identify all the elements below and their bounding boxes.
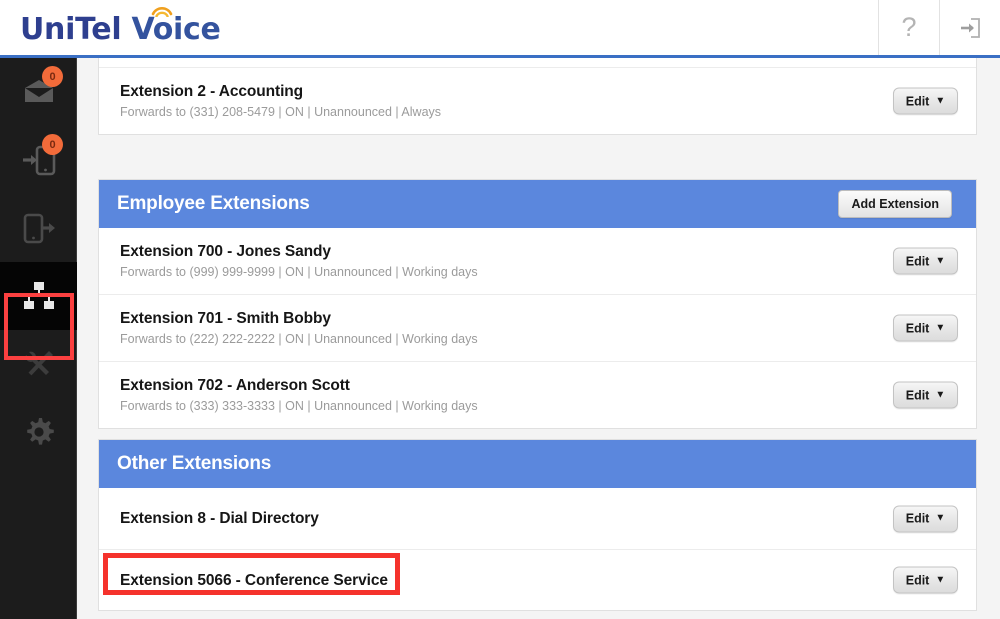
main-content: Forwards to Ext 702 - Anderson Scott | O… <box>78 58 1000 619</box>
brand-logo[interactable]: UniTel Voice <box>20 6 221 50</box>
sidebar-item-settings[interactable] <box>0 398 77 466</box>
edit-button-label: Edit <box>905 254 930 268</box>
logo-text: UniTel Voice <box>20 6 221 47</box>
edit-button-label: Edit <box>905 94 930 108</box>
question-mark-icon: ? <box>901 12 917 42</box>
sidebar-item-tools[interactable] <box>0 330 77 398</box>
help-button[interactable]: ? <box>878 0 939 55</box>
row-subtitle: Forwards to (999) 999-9999 | ON | Unanno… <box>120 265 478 279</box>
sitemap-icon <box>23 282 54 309</box>
inbox-badge: 0 <box>42 66 63 87</box>
employee-extensions-card: Employee Extensions Add Extension Extens… <box>98 179 977 429</box>
edit-button-label: Edit <box>905 511 930 526</box>
table-row[interactable]: Extension 5066 - Conference Service Edit… <box>99 549 976 610</box>
edit-button[interactable]: Edit ▼ <box>893 247 958 275</box>
edit-button[interactable]: Edit ▼ <box>893 87 958 115</box>
row-subtitle: Forwards to (331) 208-5479 | ON | Unanno… <box>120 105 442 119</box>
top-header: UniTel Voice ? <box>0 0 1000 58</box>
wifi-arc-icon <box>151 6 173 17</box>
row-subtitle: Forwards to (222) 222-2222 | ON | Unanno… <box>120 332 478 346</box>
table-row[interactable]: Extension 702 - Anderson Scott Forwards … <box>99 361 976 428</box>
sidebar-item-inbox[interactable]: 0 <box>0 58 77 126</box>
edit-button-label: Edit <box>905 388 930 402</box>
chevron-down-icon: ▼ <box>935 322 946 333</box>
row-title: Extension 5066 - Conference Service <box>120 571 388 589</box>
chevron-down-icon: ▼ <box>935 95 946 106</box>
chevron-down-icon: ▼ <box>935 255 946 266</box>
row-title: Extension 700 - Jones Sandy <box>120 243 331 260</box>
sidebar-item-extensions[interactable] <box>0 262 77 330</box>
logout-button[interactable] <box>939 0 1000 55</box>
edit-button[interactable]: Edit ▼ <box>893 381 958 409</box>
table-row[interactable]: Extension 701 - Smith Bobby Forwards to … <box>99 294 976 361</box>
sidebar-item-outgoing-calls[interactable] <box>0 194 77 262</box>
table-row[interactable]: Extension 2 - Accounting Forwards to (33… <box>99 67 976 134</box>
row-title: Extension 8 - Dial Directory <box>120 510 319 527</box>
chevron-down-icon: ▼ <box>935 389 946 400</box>
section-title: Other Extensions <box>117 453 272 474</box>
row-subtitle: Forwards to (333) 333-3333 | ON | Unanno… <box>120 399 478 413</box>
employee-extensions-header: Employee Extensions Add Extension <box>99 180 976 228</box>
chevron-down-icon: ▼ <box>935 512 946 524</box>
table-row[interactable]: Forwards to Ext 702 - Anderson Scott | O… <box>99 58 976 67</box>
top-extensions-card: Forwards to Ext 702 - Anderson Scott | O… <box>98 58 977 135</box>
row-title: Extension 702 - Anderson Scott <box>120 377 350 394</box>
row-title: Extension 2 - Accounting <box>120 83 304 100</box>
incoming-calls-badge: 0 <box>42 134 63 155</box>
header-actions: ? <box>878 0 1000 55</box>
logo-text-voice: Voice <box>131 11 221 47</box>
chevron-down-icon: ▼ <box>935 574 946 585</box>
tools-icon <box>25 351 53 376</box>
edit-button[interactable]: Edit ▼ <box>893 566 958 594</box>
edit-button[interactable]: Edit ▼ <box>893 505 958 532</box>
edit-button-label: Edit <box>905 321 930 335</box>
sidebar-item-incoming-calls[interactable]: 0 <box>0 126 77 194</box>
other-extensions-card: Other Extensions Extension 8 - Dial Dire… <box>98 439 977 611</box>
outgoing-call-icon <box>23 213 55 244</box>
logo-text-unitel: UniTel <box>20 11 122 47</box>
gear-icon <box>26 418 54 445</box>
left-sidebar: 0 0 <box>0 58 77 619</box>
add-extension-button[interactable]: Add Extension <box>838 190 952 218</box>
app-root: UniTel Voice ? 0 0 Extension 2 - Account… <box>0 0 1000 619</box>
table-row[interactable]: Extension 8 - Dial Directory Edit ▼ <box>99 488 976 549</box>
add-extension-label: Add Extension <box>851 197 939 211</box>
sign-out-arrow-icon <box>961 17 980 38</box>
section-title: Employee Extensions <box>117 193 310 214</box>
table-row[interactable]: Extension 700 - Jones Sandy Forwards to … <box>99 228 976 294</box>
row-title: Extension 701 - Smith Bobby <box>120 310 331 327</box>
edit-button-label: Edit <box>905 573 930 587</box>
other-extensions-header: Other Extensions <box>99 440 976 488</box>
edit-button[interactable]: Edit ▼ <box>893 314 958 342</box>
